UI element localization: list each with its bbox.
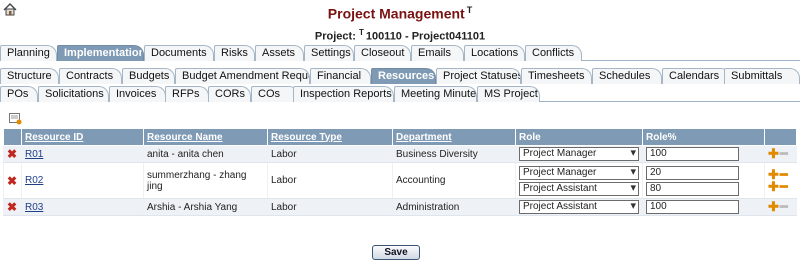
- resource-id-cell: R03: [21, 198, 144, 216]
- tab-rfps[interactable]: RFPs: [165, 86, 209, 102]
- minus-icon[interactable]: ━: [780, 200, 788, 213]
- tab-ms-project[interactable]: MS Project: [477, 86, 540, 102]
- plus-icon[interactable]: ✚: [768, 147, 779, 160]
- tab-planning[interactable]: Planning: [0, 45, 57, 61]
- tab-row-implementation: Structure Contracts Budgets Budget Amendmen…: [0, 67, 800, 84]
- role-pct-input[interactable]: 20: [646, 165, 739, 180]
- tab-timesheets[interactable]: Timesheets: [521, 68, 592, 84]
- role-cell: Project Manager: [515, 145, 643, 163]
- plus-icon[interactable]: ✚: [768, 168, 779, 181]
- tab-resources[interactable]: Resources: [371, 68, 436, 84]
- save-button[interactable]: Save: [372, 245, 420, 260]
- role-cell: Project ManagerProject Assistant: [515, 162, 643, 199]
- role-select[interactable]: Project Manager: [519, 147, 639, 161]
- tab-cors[interactable]: CORs: [208, 86, 251, 102]
- resource-id-cell: R02: [21, 162, 144, 199]
- tab-contracts[interactable]: Contracts: [59, 68, 122, 84]
- tab-emails[interactable]: Emails: [411, 45, 464, 61]
- row-actions: ✚ ━: [764, 145, 797, 163]
- tab-invoices[interactable]: Invoices: [109, 86, 166, 102]
- minus-icon[interactable]: ━: [780, 168, 788, 181]
- tab-locations[interactable]: Locations: [464, 45, 525, 61]
- plus-icon[interactable]: ✚: [768, 180, 779, 193]
- tab-financial[interactable]: Financial: [310, 68, 371, 84]
- tab-meeting-minutes[interactable]: Meeting Minutes: [394, 86, 477, 102]
- tab-submittals[interactable]: Submittals: [724, 68, 800, 84]
- role-pct-cell: 100: [642, 198, 765, 216]
- header-resource-name[interactable]: Resource Name: [147, 132, 223, 143]
- plus-icon[interactable]: ✚: [768, 200, 779, 213]
- row-actions: ✚ ━: [764, 198, 797, 216]
- project-header: Project: T 100110 - Project041101: [314, 28, 486, 43]
- resource-type: Labor: [267, 145, 393, 163]
- tab-pos[interactable]: POs: [0, 86, 38, 102]
- resource-id-cell: R01: [21, 145, 144, 163]
- role-pct-input[interactable]: 100: [646, 200, 739, 214]
- tab-row-main: Planning Implementation Documents Risks Asse…: [0, 44, 800, 61]
- delete-icon[interactable]: ✖: [3, 198, 22, 216]
- add-row-icon[interactable]: [9, 113, 22, 125]
- tab-project-statuses[interactable]: Project Statuses: [436, 68, 521, 84]
- tab-implementation[interactable]: Implementation: [57, 45, 144, 61]
- row-actions: ✚ ━ ✚ ━: [764, 162, 797, 199]
- table-row: ✖ R03 Arshia - Arshia Yang Labor Administrat…: [3, 198, 797, 216]
- resource-id-link[interactable]: R03: [25, 202, 43, 213]
- page-title: Project Management T: [327, 5, 473, 22]
- role-cell: Project Assistant: [515, 198, 643, 216]
- tab-calendars[interactable]: Calendars: [662, 68, 731, 84]
- role-select[interactable]: Project Assistant: [519, 181, 639, 196]
- resource-name: summerzhang - zhang jing: [143, 162, 268, 199]
- tab-closeout[interactable]: Closeout: [354, 45, 411, 61]
- role-pct-input[interactable]: 80: [646, 181, 739, 196]
- delete-icon[interactable]: ✖: [3, 145, 22, 163]
- role-pct-input[interactable]: 100: [646, 147, 739, 161]
- resource-type: Labor: [267, 162, 393, 199]
- header-role: Role: [515, 128, 643, 146]
- tab-solicitations[interactable]: Solicitations: [38, 86, 109, 102]
- role-pct-cell: 100: [642, 145, 765, 163]
- tab-risks[interactable]: Risks: [214, 45, 255, 61]
- tab-cos[interactable]: COs: [251, 86, 299, 102]
- delete-icon[interactable]: ✖: [3, 162, 22, 199]
- resources-table: Resource ID Resource Name Resource Type …: [3, 128, 797, 216]
- header-role-pct: Role%: [642, 128, 765, 146]
- department: Business Diversity: [392, 145, 516, 163]
- minus-icon[interactable]: ━: [780, 147, 788, 160]
- tab-structure[interactable]: Structure: [0, 68, 59, 84]
- header-resource-id[interactable]: Resource ID: [25, 132, 83, 143]
- table-row: ✖ R01 anita - anita chen Labor Business Dive…: [3, 145, 797, 163]
- table-row: ✖ R02 summerzhang - zhang jing Labor Account…: [3, 162, 797, 199]
- tab-budget-amendment-requests[interactable]: Budget Amendment Requests: [175, 68, 310, 84]
- tab-settings[interactable]: Settings: [304, 45, 354, 61]
- role-select[interactable]: Project Manager: [519, 165, 639, 180]
- resource-name: Arshia - Arshia Yang: [143, 198, 268, 216]
- tab-conflicts[interactable]: Conflicts: [525, 45, 582, 61]
- department: Accounting: [392, 162, 516, 199]
- resource-type: Labor: [267, 198, 393, 216]
- header-resource-type[interactable]: Resource Type: [271, 132, 342, 143]
- resource-id-link[interactable]: R02: [25, 175, 43, 186]
- role-select[interactable]: Project Assistant: [519, 200, 639, 214]
- tab-assets[interactable]: Assets: [255, 45, 304, 61]
- role-pct-cell: 20 80: [642, 162, 765, 199]
- minus-icon[interactable]: ━: [780, 180, 788, 193]
- tab-budgets[interactable]: Budgets: [122, 68, 175, 84]
- header-department[interactable]: Department: [396, 132, 452, 143]
- tab-row-implementation-2: POs Solicitations Invoices RFPs CORs COs Inspe…: [0, 85, 800, 102]
- resource-id-link[interactable]: R01: [25, 149, 43, 160]
- tab-inspection-reports[interactable]: Inspection Reports: [293, 86, 394, 102]
- department: Administration: [392, 198, 516, 216]
- tab-schedules[interactable]: Schedules: [592, 68, 662, 84]
- tab-documents[interactable]: Documents: [144, 45, 214, 61]
- resource-name: anita - anita chen: [143, 145, 268, 163]
